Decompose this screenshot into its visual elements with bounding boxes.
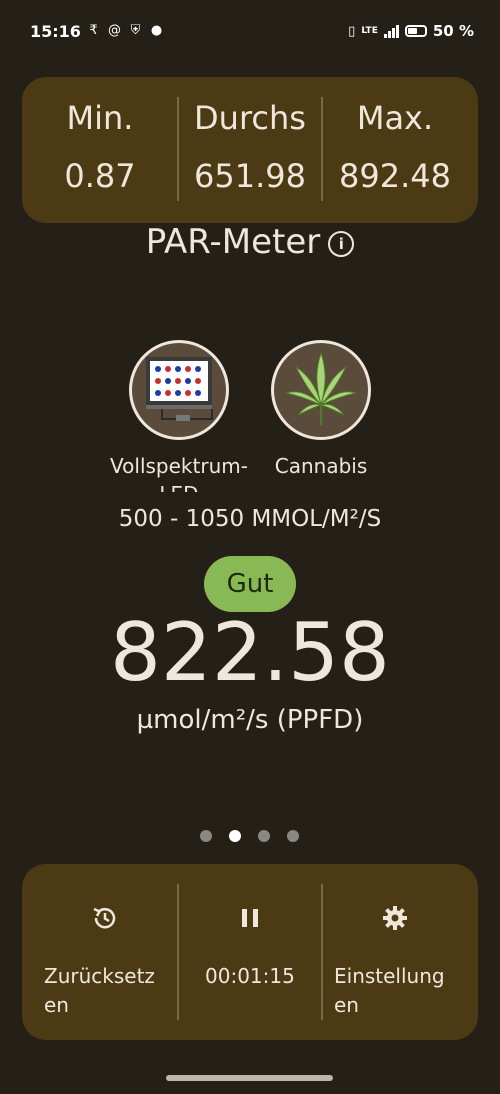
avg-stat: Durchs 651.98 bbox=[179, 77, 321, 223]
rating-badge: Gut bbox=[204, 556, 296, 612]
home-indicator[interactable] bbox=[166, 1075, 333, 1081]
notification-icons: ₹ @ ⛨ ● bbox=[86, 23, 164, 38]
light-source-label: Vollspektrum-LED bbox=[110, 454, 248, 492]
max-label: Max. bbox=[356, 99, 434, 137]
ppfd-unit: µmol/m²/s (PPFD) bbox=[136, 705, 364, 735]
page-dot-active[interactable] bbox=[229, 830, 241, 842]
reset-label: Zurücksetz en bbox=[44, 962, 155, 1020]
page-title: PAR-Meter bbox=[145, 222, 321, 262]
min-stat: Min. 0.87 bbox=[22, 77, 178, 223]
history-icon bbox=[93, 907, 116, 929]
rupee-icon: ₹ bbox=[89, 23, 98, 38]
cannabis-leaf-icon[interactable] bbox=[271, 340, 371, 440]
settings-button[interactable]: Einstellung en bbox=[323, 864, 478, 1040]
signal-icon bbox=[383, 24, 399, 38]
settings-label-line1: Einstellung bbox=[334, 964, 445, 988]
page-indicator[interactable] bbox=[200, 830, 299, 842]
plant-selector[interactable]: Cannabis bbox=[271, 340, 371, 478]
page-dot[interactable] bbox=[287, 830, 299, 842]
network-type-label: LTE bbox=[361, 26, 378, 36]
stats-card: Min. 0.87 Durchs 651.98 Max. 892.48 bbox=[22, 77, 478, 223]
max-stat: Max. 892.48 bbox=[323, 77, 467, 223]
reset-label-line2: en bbox=[44, 993, 69, 1017]
led-panel-icon[interactable] bbox=[129, 340, 229, 440]
gear-icon bbox=[383, 906, 407, 930]
threads-icon: @ bbox=[108, 23, 121, 38]
page-dot[interactable] bbox=[200, 830, 212, 842]
vibrate-icon: ▯ bbox=[348, 23, 356, 39]
plant-label: Cannabis bbox=[274, 454, 368, 478]
pause-button[interactable]: 00:01:15 bbox=[179, 864, 321, 1040]
timer-display: 00:01:15 bbox=[205, 964, 295, 988]
battery-icon bbox=[404, 25, 427, 37]
avg-value: 651.98 bbox=[194, 157, 306, 195]
settings-label: Einstellung en bbox=[334, 962, 445, 1020]
reddit-icon: ● bbox=[150, 23, 163, 38]
min-value: 0.87 bbox=[64, 157, 136, 195]
max-value: 892.48 bbox=[339, 157, 451, 195]
settings-label-line2: en bbox=[334, 993, 359, 1017]
status-time: 15:16 bbox=[30, 22, 81, 41]
avg-label: Durchs bbox=[194, 99, 306, 137]
page-dot[interactable] bbox=[258, 830, 270, 842]
battery-percent: 50 % bbox=[432, 22, 474, 40]
pause-icon bbox=[242, 909, 258, 927]
reset-button[interactable]: Zurücksetz en bbox=[22, 864, 177, 1040]
page-title-row: PAR-Meter i bbox=[0, 222, 500, 262]
system-icons: ▯ LTE 50 % bbox=[348, 22, 474, 40]
info-icon[interactable]: i bbox=[328, 231, 355, 257]
light-source-selector[interactable]: Vollspektrum-LED bbox=[110, 340, 248, 492]
target-range: 500 - 1050 MMOL/M²/S bbox=[118, 506, 382, 532]
reset-label-line1: Zurücksetz bbox=[44, 964, 155, 988]
shield-icon: ⛨ bbox=[130, 23, 141, 38]
status-bar: 15:16 ₹ @ ⛨ ● ▯ LTE 50 % bbox=[0, 0, 500, 66]
controls-card: Zurücksetz en 00:01:15 Einstellung en bbox=[22, 864, 478, 1040]
ppfd-reading: 822.58 bbox=[110, 606, 390, 699]
min-label: Min. bbox=[66, 99, 134, 137]
